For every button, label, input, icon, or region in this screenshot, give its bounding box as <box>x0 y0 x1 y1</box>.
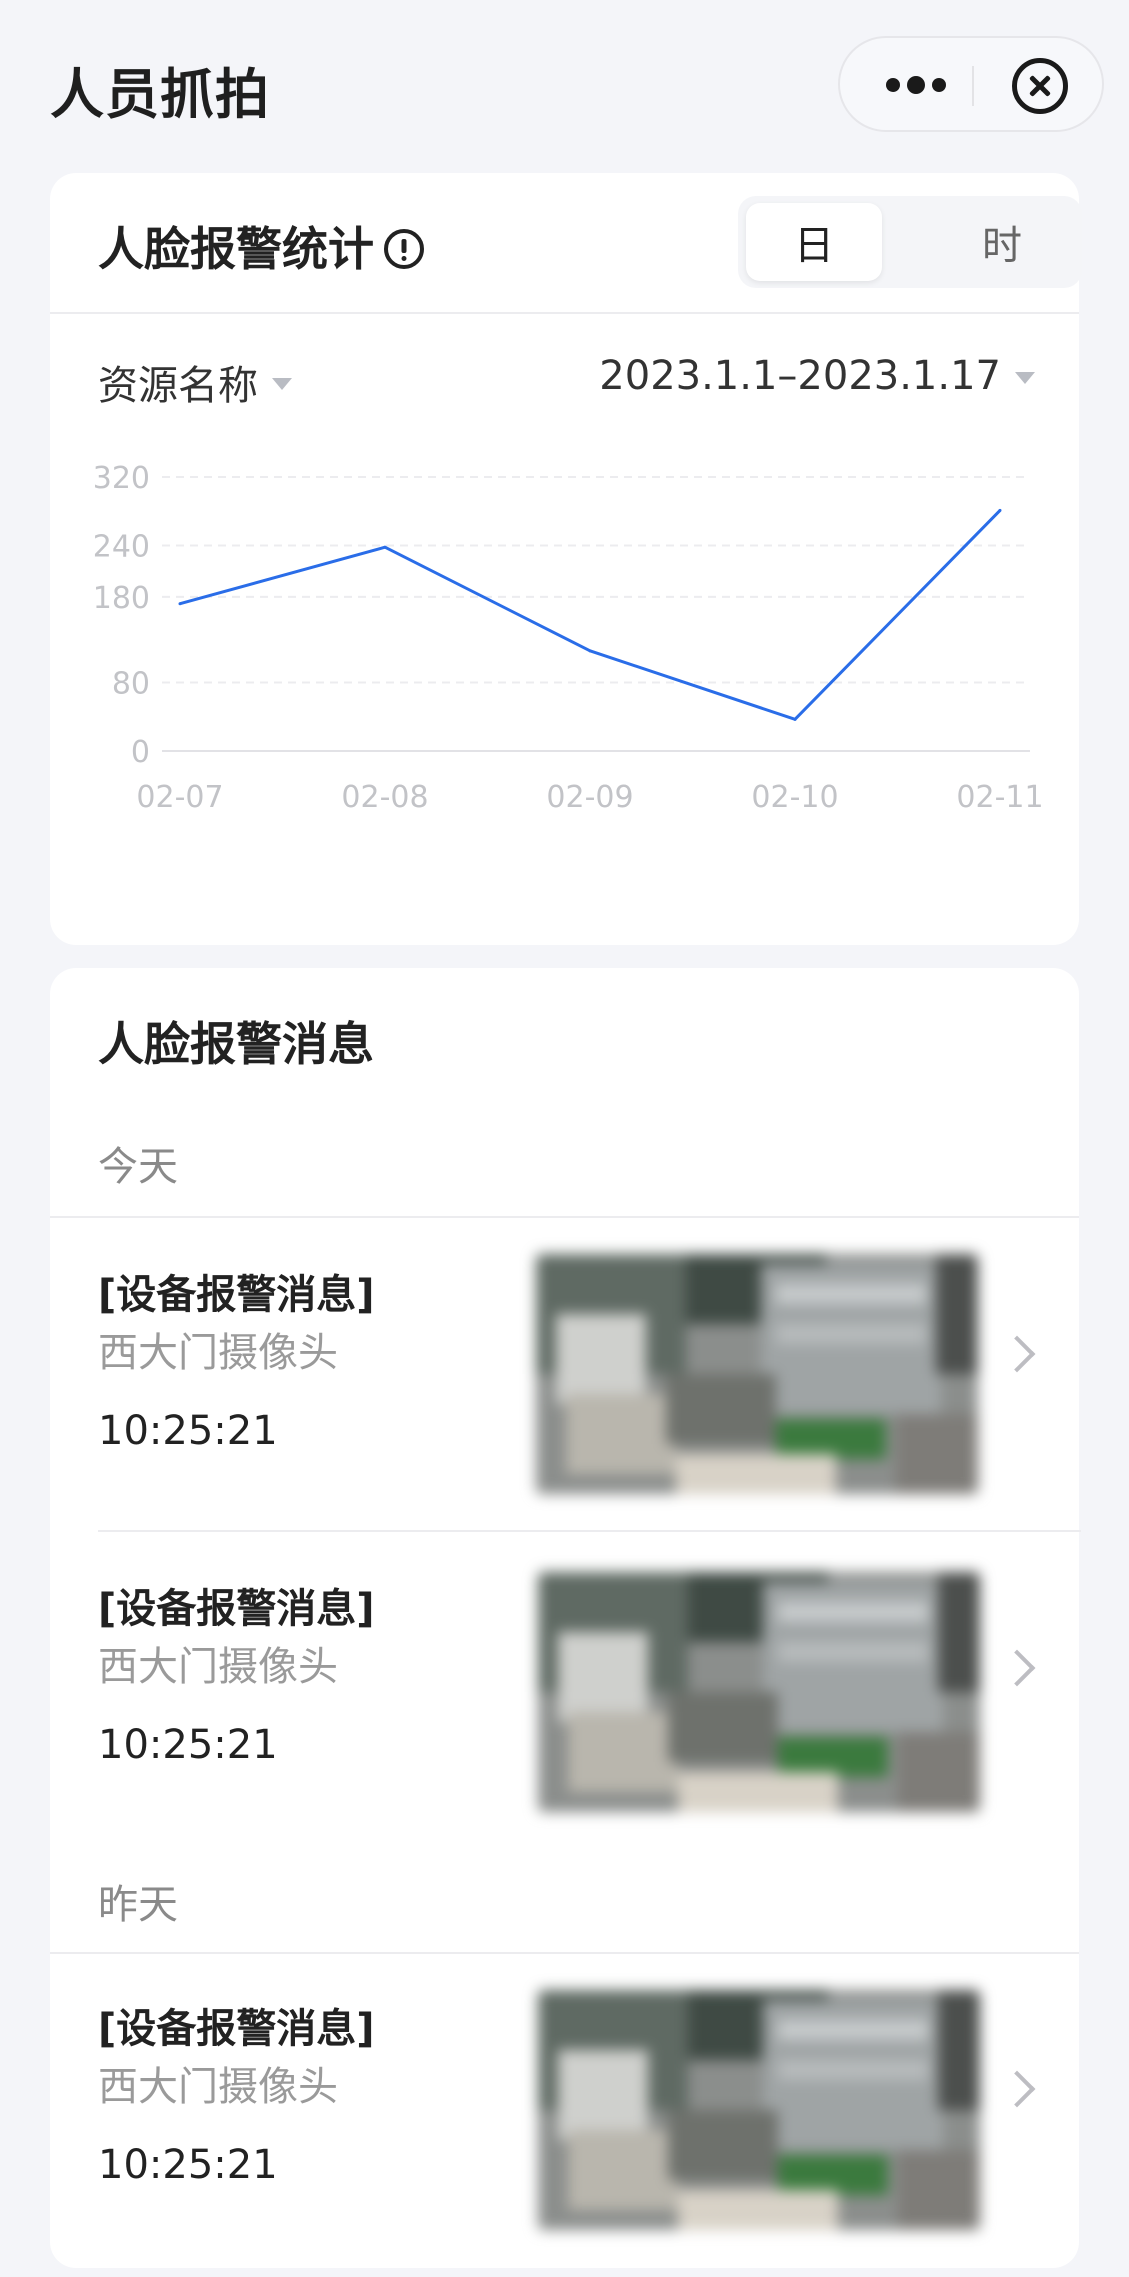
chevron-right-icon <box>998 1649 1036 1687</box>
x-tick-label: 02-08 <box>341 780 428 815</box>
capture-thumbnail <box>538 1990 980 2230</box>
message-time: 10:25:21 <box>98 1408 278 1454</box>
message-item[interactable]: [设备报警消息] 西大门摄像头 10:25:21 <box>50 1532 1079 1812</box>
stats-title-row: 人脸报警统计 <box>98 213 424 279</box>
message-title: [设备报警消息] <box>98 1586 375 1632</box>
chevron-right-icon <box>998 2070 1036 2108</box>
y-tick-label: 180 <box>93 581 150 616</box>
group-label-yesterday: 昨天 <box>98 1882 178 1928</box>
message-item[interactable]: [设备报警消息] 西大门摄像头 10:25:21 <box>50 1954 1079 2244</box>
data-point <box>178 602 182 606</box>
caret-down-icon <box>272 378 292 390</box>
message-title: [设备报警消息] <box>98 1272 375 1318</box>
capture-thumbnail <box>538 1572 980 1812</box>
data-point <box>793 717 797 721</box>
close-circle-icon[interactable] <box>1012 58 1068 114</box>
more-dots-icon[interactable] <box>876 60 956 110</box>
series-line <box>179 509 1002 721</box>
date-range-label: 2023.1.1–2023.1.17 <box>599 353 1001 399</box>
capture-thumbnail <box>536 1254 978 1494</box>
date-range-filter[interactable]: 2023.1.1–2023.1.17 <box>599 353 1035 399</box>
line-chart: 0 80 180 240 320 02-07 02-08 02-09 02-10 02-11 <box>93 461 1044 815</box>
data-point <box>998 508 1002 512</box>
tab-day[interactable]: 日 <box>746 203 882 281</box>
x-tick-label: 02-10 <box>751 780 838 815</box>
resource-filter-label: 资源名称 <box>98 363 258 409</box>
info-circle-icon[interactable] <box>384 228 424 269</box>
resource-filter[interactable]: 资源名称 <box>98 353 292 411</box>
chevron-right-icon <box>998 1335 1036 1373</box>
y-tick-label: 80 <box>112 667 150 702</box>
page-title: 人员抓拍 <box>50 63 270 126</box>
stats-card: 人脸报警统计 日 时 资源名称 2023.1.1–2023.1.17 0 80 18… <box>50 173 1082 945</box>
message-source: 西大门摄像头 <box>98 2064 338 2110</box>
messages-card: 人脸报警消息 今天 [设备报警消息] 西大门摄像头 10:25:21 [设备报警… <box>50 968 1081 2268</box>
stats-divider <box>50 312 1079 314</box>
message-title: [设备报警消息] <box>98 2006 375 2052</box>
y-tick-label: 240 <box>93 530 150 565</box>
messages-title: 人脸报警消息 <box>98 1017 374 1071</box>
message-time: 10:25:21 <box>98 1722 278 1768</box>
x-tick-label: 02-09 <box>546 780 633 815</box>
capsule-divider <box>972 66 974 106</box>
message-time: 10:25:21 <box>98 2142 278 2188</box>
x-tick-label: 02-07 <box>136 780 223 815</box>
y-tick-label: 0 <box>131 735 150 770</box>
x-tick-label: 02-11 <box>956 780 1043 815</box>
tab-hour[interactable]: 时 <box>934 203 1070 281</box>
message-source: 西大门摄像头 <box>98 1644 338 1690</box>
message-source: 西大门摄像头 <box>98 1330 338 1376</box>
granularity-toggle: 日 时 <box>738 196 1082 288</box>
mini-program-capsule <box>838 36 1104 132</box>
group-label-today: 今天 <box>98 1144 178 1190</box>
message-item[interactable]: [设备报警消息] 西大门摄像头 10:25:21 <box>50 1218 1079 1498</box>
y-tick-label: 320 <box>93 461 150 496</box>
caret-down-icon <box>1015 372 1035 384</box>
stats-title: 人脸报警统计 <box>98 222 374 276</box>
data-point <box>383 545 387 549</box>
data-point <box>588 649 592 653</box>
